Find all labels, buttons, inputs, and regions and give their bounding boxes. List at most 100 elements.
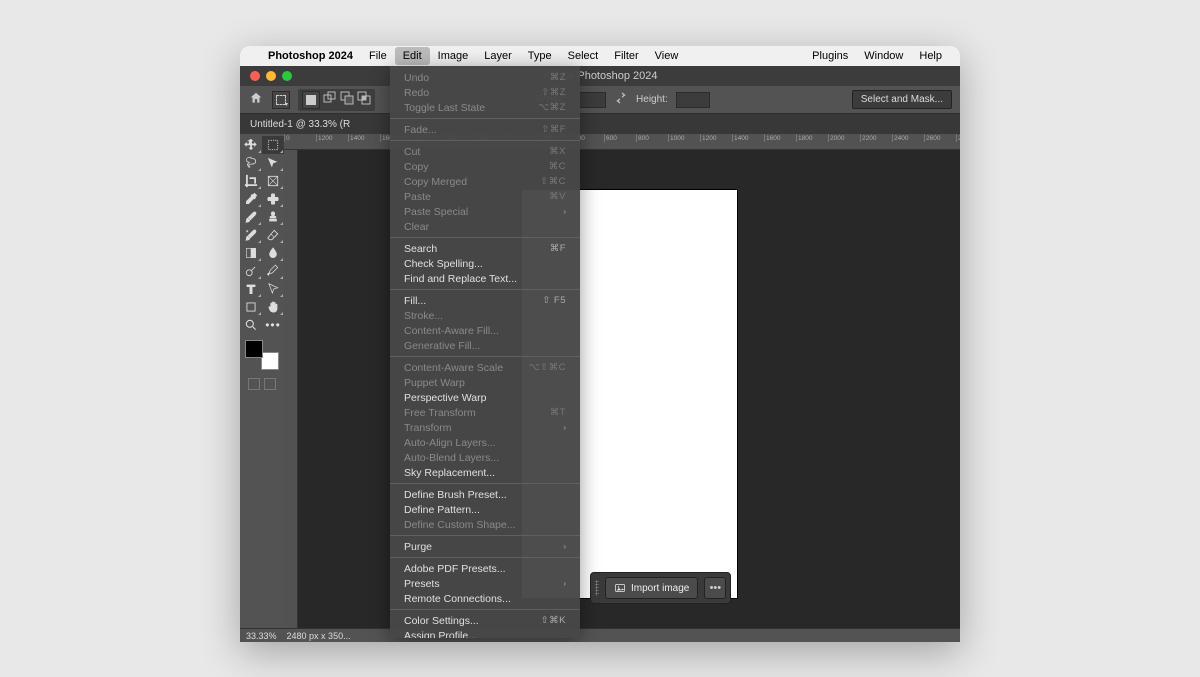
chevron-right-icon: › bbox=[563, 423, 566, 432]
type-tool[interactable] bbox=[240, 280, 262, 298]
marquee-tool[interactable] bbox=[262, 136, 284, 154]
chevron-right-icon: › bbox=[563, 579, 566, 588]
menu-item-find-and-replace-text[interactable]: Find and Replace Text... bbox=[390, 271, 580, 286]
menu-file[interactable]: File bbox=[361, 47, 395, 65]
menu-item-transform: Transform› bbox=[390, 420, 580, 435]
gradient-tool[interactable] bbox=[240, 244, 262, 262]
grip-icon[interactable] bbox=[595, 580, 599, 596]
menu-item-generative-fill: Generative Fill... bbox=[390, 338, 580, 353]
marquee-tool-indicator[interactable]: ▾ bbox=[272, 91, 290, 109]
menu-item-content-aware-fill: Content-Aware Fill... bbox=[390, 323, 580, 338]
menu-item-cut: Cut⌘X bbox=[390, 144, 580, 159]
chevron-right-icon: › bbox=[563, 207, 566, 216]
chevron-right-icon: › bbox=[563, 542, 566, 551]
new-selection-icon[interactable] bbox=[302, 91, 320, 109]
menu-item-copy-merged: Copy Merged⇧⌘C bbox=[390, 174, 580, 189]
home-icon[interactable] bbox=[248, 91, 264, 108]
image-icon bbox=[614, 582, 626, 594]
menu-image[interactable]: Image bbox=[430, 47, 477, 65]
eyedropper-tool[interactable] bbox=[240, 190, 262, 208]
menu-item-search[interactable]: Search⌘F bbox=[390, 241, 580, 256]
document-tab[interactable]: Untitled-1 @ 33.3% (R bbox=[240, 114, 960, 134]
swap-wh-icon[interactable] bbox=[614, 91, 628, 108]
color-swatches[interactable] bbox=[245, 340, 279, 370]
more-options-button[interactable]: ••• bbox=[704, 577, 726, 599]
menu-item-auto-align-layers: Auto-Align Layers... bbox=[390, 435, 580, 450]
menu-item-assign-profile[interactable]: Assign Profile... bbox=[390, 628, 580, 638]
tools-panel: ••• bbox=[240, 134, 284, 628]
stamp-tool[interactable] bbox=[262, 208, 284, 226]
menu-item-define-pattern[interactable]: Define Pattern... bbox=[390, 502, 580, 517]
close-window-icon[interactable] bbox=[250, 71, 260, 81]
options-bar: ▾ ⌄ Width: Height: Select and Mask... bbox=[240, 86, 960, 114]
menu-filter[interactable]: Filter bbox=[606, 47, 646, 65]
menu-item-auto-blend-layers: Auto-Blend Layers... bbox=[390, 450, 580, 465]
hand-tool[interactable] bbox=[262, 298, 284, 316]
add-selection-icon[interactable] bbox=[323, 91, 337, 105]
select-and-mask-button[interactable]: Select and Mask... bbox=[852, 90, 952, 109]
menu-item-fill[interactable]: Fill...⇧ F5 bbox=[390, 293, 580, 308]
selection-mode-group bbox=[298, 89, 375, 111]
menu-item-redo: Redo⇧⌘Z bbox=[390, 85, 580, 100]
move-tool[interactable] bbox=[240, 136, 262, 154]
foreground-swatch[interactable] bbox=[245, 340, 263, 358]
lasso-tool[interactable] bbox=[240, 154, 262, 172]
intersect-selection-icon[interactable] bbox=[357, 91, 371, 105]
edit-toolbar[interactable]: ••• bbox=[262, 316, 284, 334]
brush-tool[interactable] bbox=[240, 208, 262, 226]
menu-item-paste-special: Paste Special› bbox=[390, 204, 580, 219]
menu-layer[interactable]: Layer bbox=[476, 47, 520, 65]
frame-tool[interactable] bbox=[262, 172, 284, 190]
status-bar: 33.33% 2480 px x 350... bbox=[240, 628, 960, 642]
menu-type[interactable]: Type bbox=[520, 47, 560, 65]
maximize-window-icon[interactable] bbox=[282, 71, 292, 81]
document-dimensions: 2480 px x 350... bbox=[287, 631, 351, 641]
menu-item-color-settings[interactable]: Color Settings...⇧⌘K bbox=[390, 613, 580, 628]
document-tab-label: Untitled-1 @ 33.3% (R bbox=[250, 119, 350, 130]
crop-tool[interactable] bbox=[240, 172, 262, 190]
menu-help[interactable]: Help bbox=[911, 47, 950, 65]
contextual-task-bar[interactable]: Import image ••• bbox=[590, 572, 731, 604]
screen-mode-icon[interactable] bbox=[248, 378, 260, 390]
path-selection-tool[interactable] bbox=[262, 280, 284, 298]
history-brush-tool[interactable] bbox=[240, 226, 262, 244]
menu-select[interactable]: Select bbox=[560, 47, 607, 65]
menu-item-puppet-warp: Puppet Warp bbox=[390, 375, 580, 390]
zoom-level[interactable]: 33.33% bbox=[246, 631, 277, 641]
import-image-button[interactable]: Import image bbox=[605, 577, 698, 599]
pen-tool[interactable] bbox=[262, 262, 284, 280]
titlebar: Adobe Photoshop 2024 bbox=[240, 66, 960, 86]
shape-tool[interactable] bbox=[240, 298, 262, 316]
height-field[interactable] bbox=[676, 92, 710, 108]
menu-item-content-aware-scale: Content-Aware Scale⌥⇧⌘C bbox=[390, 360, 580, 375]
quickmask-icon[interactable] bbox=[264, 378, 276, 390]
menu-item-remote-connections[interactable]: Remote Connections... bbox=[390, 591, 580, 606]
dodge-tool[interactable] bbox=[240, 262, 262, 280]
background-swatch[interactable] bbox=[261, 352, 279, 370]
menu-item-check-spelling[interactable]: Check Spelling... bbox=[390, 256, 580, 271]
menu-item-presets[interactable]: Presets› bbox=[390, 576, 580, 591]
editor-area: ••• 012001400160012001400160002004006008… bbox=[240, 134, 960, 628]
menu-item-perspective-warp[interactable]: Perspective Warp bbox=[390, 390, 580, 405]
healing-tool[interactable] bbox=[262, 190, 284, 208]
menu-item-sky-replacement[interactable]: Sky Replacement... bbox=[390, 465, 580, 480]
blur-tool[interactable] bbox=[262, 244, 284, 262]
app-window: Photoshop 2024 File Edit Image Layer Typ… bbox=[240, 46, 960, 642]
minimize-window-icon[interactable] bbox=[266, 71, 276, 81]
edit-menu-dropdown: Undo⌘ZRedo⇧⌘ZToggle Last State⌥⌘ZFade...… bbox=[390, 66, 580, 638]
selection-tool[interactable] bbox=[262, 154, 284, 172]
menu-edit[interactable]: Edit bbox=[395, 47, 430, 65]
menu-app[interactable]: Photoshop 2024 bbox=[260, 47, 361, 65]
menu-item-purge[interactable]: Purge› bbox=[390, 539, 580, 554]
menu-plugins[interactable]: Plugins bbox=[804, 47, 856, 65]
menu-item-define-custom-shape: Define Custom Shape... bbox=[390, 517, 580, 532]
menu-item-adobe-pdf-presets[interactable]: Adobe PDF Presets... bbox=[390, 561, 580, 576]
subtract-selection-icon[interactable] bbox=[340, 91, 354, 105]
window-title: Adobe Photoshop 2024 bbox=[240, 70, 960, 82]
zoom-tool[interactable] bbox=[240, 316, 262, 334]
menu-item-define-brush-preset[interactable]: Define Brush Preset... bbox=[390, 487, 580, 502]
menu-window[interactable]: Window bbox=[856, 47, 911, 65]
menu-view[interactable]: View bbox=[647, 47, 687, 65]
horizontal-ruler: 0120014001600120014001600020040060080010… bbox=[284, 134, 960, 150]
eraser-tool[interactable] bbox=[262, 226, 284, 244]
